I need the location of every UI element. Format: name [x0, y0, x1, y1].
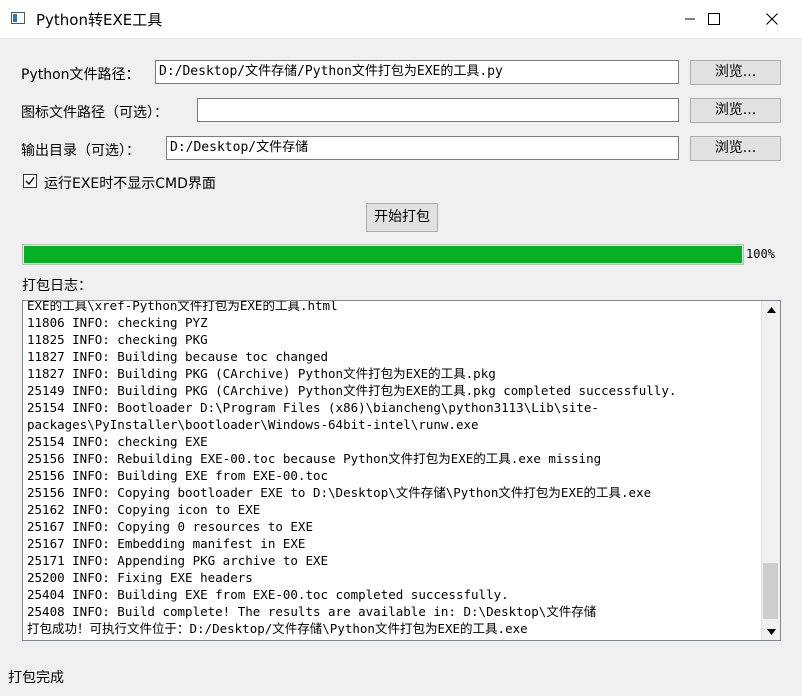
checkmark-icon — [25, 177, 35, 186]
log-line: 11827 INFO: Building because toc changed — [27, 349, 329, 364]
start-packaging-button[interactable]: 开始打包 — [366, 203, 438, 232]
log-lines: EXE的工具\xref-Python文件打包为EXE的工具.html 11806 … — [27, 300, 759, 637]
triangle-down-icon — [766, 628, 776, 635]
icon-path-label: 图标文件路径（可选）： — [21, 105, 168, 121]
log-line: 25154 INFO: Bootloader D:\Program Files … — [27, 400, 599, 415]
log-line: 25200 INFO: Fixing EXE headers — [27, 570, 253, 585]
log-line: 打包成功！可执行文件位于：D:/Desktop/文件存储\Python文件打包为… — [27, 621, 528, 636]
python-path-input[interactable]: D:/Desktop/文件存储/Python文件打包为EXE的工具.py — [155, 60, 679, 84]
maximize-button[interactable] — [686, 0, 742, 38]
log-scrollbar[interactable] — [761, 301, 780, 640]
log-line: 25171 INFO: Appending PKG archive to EXE — [27, 553, 329, 568]
scroll-up-arrow[interactable] — [762, 301, 780, 318]
log-textarea[interactable]: EXE的工具\xref-Python文件打包为EXE的工具.html 11806 … — [22, 300, 781, 641]
log-line: 25156 INFO: Copying bootloader EXE to D:… — [27, 485, 652, 500]
log-line: 25149 INFO: Building PKG (CArchive) Pyth… — [27, 383, 677, 398]
window-title: Python转EXE工具 — [36, 11, 163, 29]
icon-path-browse-button[interactable]: 浏览... — [690, 98, 781, 123]
log-line: 11825 INFO: checking PKG — [27, 332, 208, 347]
log-line: 25162 INFO: Copying icon to EXE — [27, 502, 261, 517]
log-line: 25167 INFO: Embedding manifest in EXE — [27, 536, 306, 551]
triangle-up-icon — [766, 306, 776, 313]
log-line: packages\PyInstaller\bootloader\Windows-… — [27, 417, 479, 432]
log-line: 25167 INFO: Copying 0 resources to EXE — [27, 519, 313, 534]
python-path-browse-button[interactable]: 浏览... — [690, 60, 781, 85]
progress-text: 100% — [746, 247, 775, 261]
close-button[interactable] — [744, 0, 800, 38]
progress-bar — [22, 244, 744, 265]
log-line: 11827 INFO: Building PKG (CArchive) Pyth… — [27, 366, 496, 381]
maximize-icon — [708, 13, 720, 25]
app-icon — [11, 12, 25, 24]
progress-fill — [24, 246, 742, 263]
log-line: EXE的工具\xref-Python文件打包为EXE的工具.html — [27, 300, 338, 313]
output-dir-input[interactable]: D:/Desktop/文件存储 — [166, 136, 679, 160]
no-console-label[interactable]: 运行EXE时不显示CMD界面 — [44, 173, 216, 193]
log-line: 25408 INFO: Build complete! The results … — [27, 604, 597, 619]
log-line: 25404 INFO: Building EXE from EXE-00.toc… — [27, 587, 509, 602]
icon-path-input[interactable] — [197, 98, 679, 122]
no-console-checkbox[interactable] — [23, 174, 37, 188]
close-icon — [766, 13, 778, 25]
log-line: 25154 INFO: checking EXE — [27, 434, 208, 449]
log-line: 25156 INFO: Rebuilding EXE-00.toc becaus… — [27, 451, 602, 466]
python-path-label: Python文件路径： — [21, 67, 140, 83]
scroll-thumb[interactable] — [763, 563, 778, 619]
title-bar[interactable]: Python转EXE工具 — [0, 0, 802, 39]
output-dir-browse-button[interactable]: 浏览... — [690, 136, 781, 161]
output-dir-label: 输出目录（可选）： — [21, 143, 140, 159]
log-line: 11806 INFO: checking PYZ — [27, 315, 208, 330]
scroll-down-arrow[interactable] — [762, 623, 780, 640]
log-line: 25156 INFO: Building EXE from EXE-00.toc — [27, 468, 329, 483]
status-bar-text: 打包完成 — [8, 670, 64, 686]
log-label: 打包日志： — [22, 278, 92, 294]
